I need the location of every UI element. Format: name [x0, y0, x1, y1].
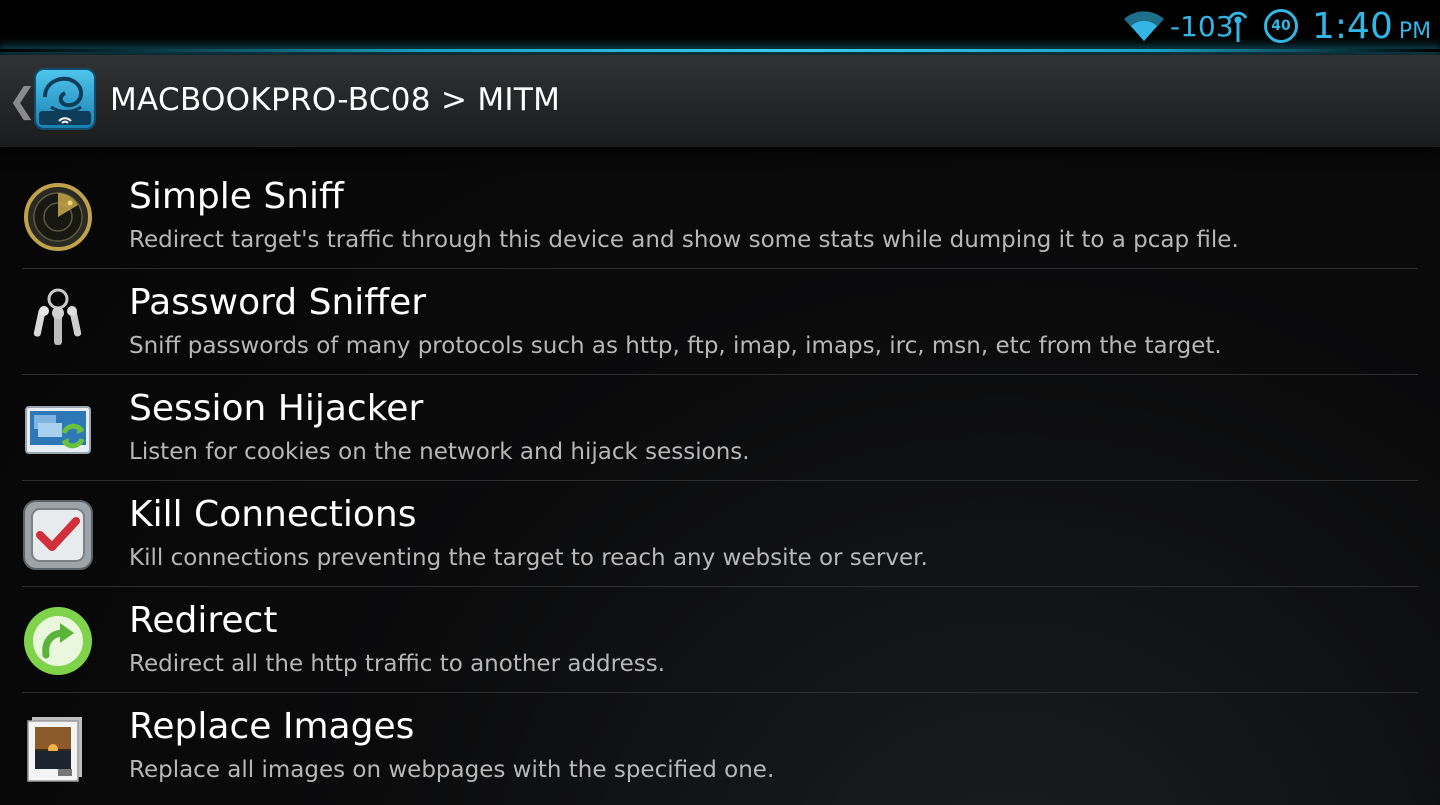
list-item-title: Kill Connections — [129, 494, 417, 535]
list-item-session-hijacker[interactable]: Session Hijacker Listen for cookies on t… — [22, 375, 1418, 481]
clock-time: 1:40 — [1312, 5, 1393, 47]
signal-strength-text: -103 — [1170, 9, 1234, 43]
list-item-description: Redirect all the http traffic to another… — [129, 651, 666, 677]
clock-ampm: PM — [1398, 18, 1432, 44]
list-item-description: Replace all images on webpages with the … — [129, 757, 775, 783]
status-bar-glow — [0, 49, 1440, 52]
list-item-description: Kill connections preventing the target t… — [129, 545, 928, 571]
radar-icon — [22, 181, 94, 253]
mitm-action-list: Simple Sniff Redirect target's traffic t… — [0, 163, 1440, 798]
list-item-title: Session Hijacker — [129, 388, 424, 429]
page-title: MACBOOKPRO-BC08 > MITM — [110, 82, 561, 118]
keys-icon — [22, 287, 94, 359]
screen: -103 40 1:40 PM ❮ MACBOOKPRO-BC08 > MITM… — [0, 0, 1440, 805]
list-item-replace-images[interactable]: Replace Images Replace all images on web… — [22, 693, 1418, 798]
battery-icon: 40 — [1264, 0, 1300, 52]
session-swap-icon — [22, 393, 94, 465]
checkmark-box-icon — [22, 499, 94, 571]
antenna-icon — [1226, 0, 1252, 52]
list-item-redirect[interactable]: Redirect Redirect all the http traffic t… — [22, 587, 1418, 693]
action-bar: ❮ MACBOOKPRO-BC08 > MITM — [0, 55, 1440, 147]
list-item-description: Listen for cookies on the network and hi… — [129, 439, 750, 465]
list-item-password-sniffer[interactable]: Password Sniffer Sniff passwords of many… — [22, 269, 1418, 375]
wifi-icon — [1122, 0, 1170, 52]
battery-level-text: 40 — [1271, 18, 1291, 34]
list-item-kill-connections[interactable]: Kill Connections Kill connections preven… — [22, 481, 1418, 587]
list-item-title: Redirect — [129, 600, 278, 641]
redirect-arrow-icon — [22, 605, 94, 677]
list-item-description: Sniff passwords of many protocols such a… — [129, 333, 1222, 359]
status-bar: -103 40 1:40 PM — [0, 0, 1440, 52]
app-logo-icon[interactable] — [33, 67, 97, 131]
list-item-title: Simple Sniff — [129, 176, 344, 217]
list-item-title: Replace Images — [129, 706, 415, 747]
clock: 1:40 PM — [1312, 0, 1431, 52]
list-item-simple-sniff[interactable]: Simple Sniff Redirect target's traffic t… — [22, 163, 1418, 269]
image-file-icon — [22, 711, 94, 783]
list-item-description: Redirect target's traffic through this d… — [129, 227, 1239, 253]
list-item-title: Password Sniffer — [129, 282, 427, 323]
